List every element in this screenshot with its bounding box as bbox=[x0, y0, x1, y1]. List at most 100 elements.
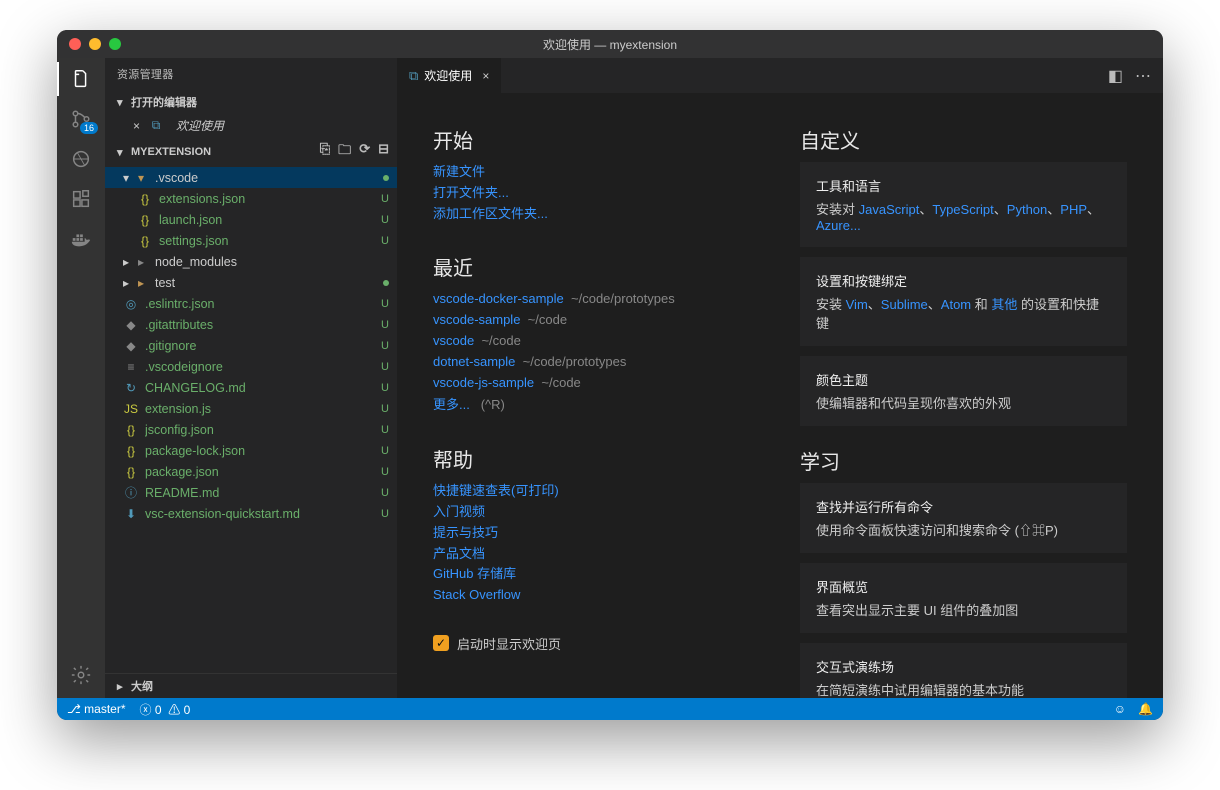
file-row[interactable]: {}extensions.jsonU bbox=[105, 188, 397, 209]
file-row[interactable]: ≡.vscodeignoreU bbox=[105, 356, 397, 377]
folder-row[interactable]: ▸▸ test bbox=[105, 272, 397, 293]
keymap-link[interactable]: Atom bbox=[941, 297, 971, 312]
file-row[interactable]: ◆.gitattributesU bbox=[105, 314, 397, 335]
folder-row[interactable]: ▸▸node_modules bbox=[105, 251, 397, 272]
folder-header[interactable]: ▾ MYEXTENSION ⎘ 🗀 ⟳ ⊟ bbox=[105, 137, 397, 167]
more-icon[interactable]: ⋯ bbox=[1135, 66, 1151, 86]
git-status: U bbox=[381, 319, 389, 331]
recent-project-link[interactable]: vscode-js-sample bbox=[433, 375, 534, 390]
help-link[interactable]: GitHub 存储库 bbox=[433, 564, 760, 585]
recent-more-link[interactable]: 更多... bbox=[433, 397, 470, 412]
start-link[interactable]: 新建文件 bbox=[433, 162, 760, 183]
tool-link[interactable]: Azure... bbox=[816, 218, 861, 233]
start-link[interactable]: 打开文件夹... bbox=[433, 183, 760, 204]
tool-link[interactable]: PHP bbox=[1060, 202, 1087, 217]
file-row[interactable]: {}settings.jsonU bbox=[105, 230, 397, 251]
folder-row[interactable]: ▾▾.vscode bbox=[105, 167, 397, 188]
file-name: .gitattributes bbox=[145, 318, 375, 332]
recent-project-path: ~/code/prototypes bbox=[571, 291, 675, 306]
recent-project-link[interactable]: vscode-sample bbox=[433, 312, 520, 327]
tool-link[interactable]: JavaScript bbox=[859, 202, 920, 217]
extensions-icon[interactable] bbox=[68, 186, 94, 212]
file-icon: ▸ bbox=[133, 276, 149, 290]
card-ui-overview[interactable]: 界面概览 查看突出显示主要 UI 组件的叠加图 bbox=[800, 563, 1127, 633]
file-row[interactable]: {}jsconfig.jsonU bbox=[105, 419, 397, 440]
file-row[interactable]: ⓘREADME.mdU bbox=[105, 482, 397, 503]
file-icon: ▸ bbox=[133, 255, 149, 269]
open-editor-item[interactable]: × ⧉ 欢迎使用 bbox=[105, 114, 397, 137]
help-link[interactable]: 提示与技巧 bbox=[433, 523, 760, 544]
close-icon[interactable]: × bbox=[482, 69, 489, 83]
help-link[interactable]: 产品文档 bbox=[433, 544, 760, 565]
git-status: U bbox=[381, 445, 389, 457]
file-row[interactable]: ◎.eslintrc.jsonU bbox=[105, 293, 397, 314]
card-playground[interactable]: 交互式演练场 在简短演练中试用编辑器的基本功能 bbox=[800, 643, 1127, 698]
card-theme[interactable]: 颜色主题 使编辑器和代码呈现你喜欢的外观 bbox=[800, 356, 1127, 426]
bell-icon[interactable]: 🔔 bbox=[1138, 702, 1153, 716]
recent-project-link[interactable]: dotnet-sample bbox=[433, 354, 515, 369]
card-body: 使用命令面板快速访问和搜索命令 (⇧⌘P) bbox=[816, 520, 1111, 539]
file-icon: ≡ bbox=[123, 360, 139, 374]
collapse-icon[interactable]: ⊟ bbox=[378, 141, 389, 163]
card-title: 设置和按键绑定 bbox=[816, 271, 1111, 290]
recent-project-link[interactable]: vscode-docker-sample bbox=[433, 291, 564, 306]
file-icon: JS bbox=[123, 402, 139, 416]
explorer-icon[interactable] bbox=[68, 66, 94, 92]
file-name: test bbox=[155, 276, 377, 290]
help-link[interactable]: Stack Overflow bbox=[433, 585, 760, 606]
file-icon: ⬇ bbox=[123, 507, 139, 521]
tool-link[interactable]: Python bbox=[1007, 202, 1047, 217]
file-row[interactable]: {}package-lock.jsonU bbox=[105, 440, 397, 461]
vscode-file-icon: ⧉ bbox=[148, 118, 164, 133]
card-title: 交互式演练场 bbox=[816, 657, 1111, 676]
file-icon: {} bbox=[137, 234, 153, 248]
open-editors-header[interactable]: ▾ 打开的编辑器 bbox=[105, 90, 397, 114]
recent-more-hint: (^R) bbox=[481, 397, 505, 412]
branch-status[interactable]: ⎇ master* bbox=[67, 702, 126, 716]
new-file-icon[interactable]: ⎘ bbox=[320, 141, 330, 163]
card-keybindings[interactable]: 设置和按键绑定 安装 Vim、Sublime、Atom 和 其他 的设置和快捷键 bbox=[800, 257, 1127, 346]
debug-icon[interactable] bbox=[68, 146, 94, 172]
file-row[interactable]: ⬇vsc-extension-quickstart.mdU bbox=[105, 503, 397, 524]
recent-project-link[interactable]: vscode bbox=[433, 333, 474, 348]
file-name: .eslintrc.json bbox=[145, 297, 375, 311]
show-welcome-checkbox[interactable]: ✓ 启动时显示欢迎页 bbox=[433, 634, 760, 653]
recent-project-path: ~/code bbox=[528, 312, 567, 327]
tool-link[interactable]: TypeScript bbox=[932, 202, 993, 217]
file-row[interactable]: JSextension.jsU bbox=[105, 398, 397, 419]
settings-gear-icon[interactable] bbox=[68, 662, 94, 688]
new-folder-icon[interactable]: 🗀 bbox=[338, 141, 351, 163]
welcome-left: 开始 新建文件打开文件夹...添加工作区文件夹... 最近 vscode-doc… bbox=[433, 121, 760, 670]
recent-project-path: ~/code bbox=[541, 375, 580, 390]
chevron-down-icon: ▾ bbox=[117, 146, 127, 159]
keymap-link[interactable]: Vim bbox=[846, 297, 868, 312]
file-row[interactable]: {}launch.jsonU bbox=[105, 209, 397, 230]
split-editor-icon[interactable]: ◧ bbox=[1108, 66, 1123, 86]
docker-icon[interactable] bbox=[68, 226, 94, 252]
outline-header[interactable]: ▸ 大纲 bbox=[105, 673, 397, 698]
scm-icon[interactable]: 16 bbox=[68, 106, 94, 132]
card-body: 使编辑器和代码呈现你喜欢的外观 bbox=[816, 393, 1111, 412]
help-link[interactable]: 入门视频 bbox=[433, 502, 760, 523]
card-tools[interactable]: 工具和语言 安装对 JavaScript、TypeScript、Python、P… bbox=[800, 162, 1127, 247]
file-row[interactable]: ↻CHANGELOG.mdU bbox=[105, 377, 397, 398]
keys-other-link[interactable]: 其他 bbox=[991, 297, 1017, 312]
close-icon[interactable]: × bbox=[133, 119, 140, 133]
body: 16 资源管理器 ▾ 打开的编辑器 × ⧉ bbox=[57, 58, 1163, 698]
file-row[interactable]: ◆.gitignoreU bbox=[105, 335, 397, 356]
checkbox-checked-icon[interactable]: ✓ bbox=[433, 635, 449, 651]
file-row[interactable]: {}package.jsonU bbox=[105, 461, 397, 482]
card-title: 颜色主题 bbox=[816, 370, 1111, 389]
git-status: U bbox=[381, 361, 389, 373]
start-link[interactable]: 添加工作区文件夹... bbox=[433, 204, 760, 225]
card-commands[interactable]: 查找并运行所有命令 使用命令面板快速访问和搜索命令 (⇧⌘P) bbox=[800, 483, 1127, 553]
file-icon: ◆ bbox=[123, 339, 139, 353]
problems-status[interactable]: ⓧ 0 ⚠ 0 bbox=[140, 701, 191, 718]
help-link[interactable]: 快捷键速查表(可打印) bbox=[433, 481, 760, 502]
keymap-link[interactable]: Sublime bbox=[881, 297, 928, 312]
window-title: 欢迎使用 — myextension bbox=[57, 36, 1163, 53]
refresh-icon[interactable]: ⟳ bbox=[359, 141, 370, 163]
chevron-icon: ▸ bbox=[123, 276, 133, 290]
feedback-icon[interactable]: ☺ bbox=[1114, 702, 1126, 716]
tab-welcome[interactable]: ⧉ 欢迎使用 × bbox=[397, 58, 502, 93]
